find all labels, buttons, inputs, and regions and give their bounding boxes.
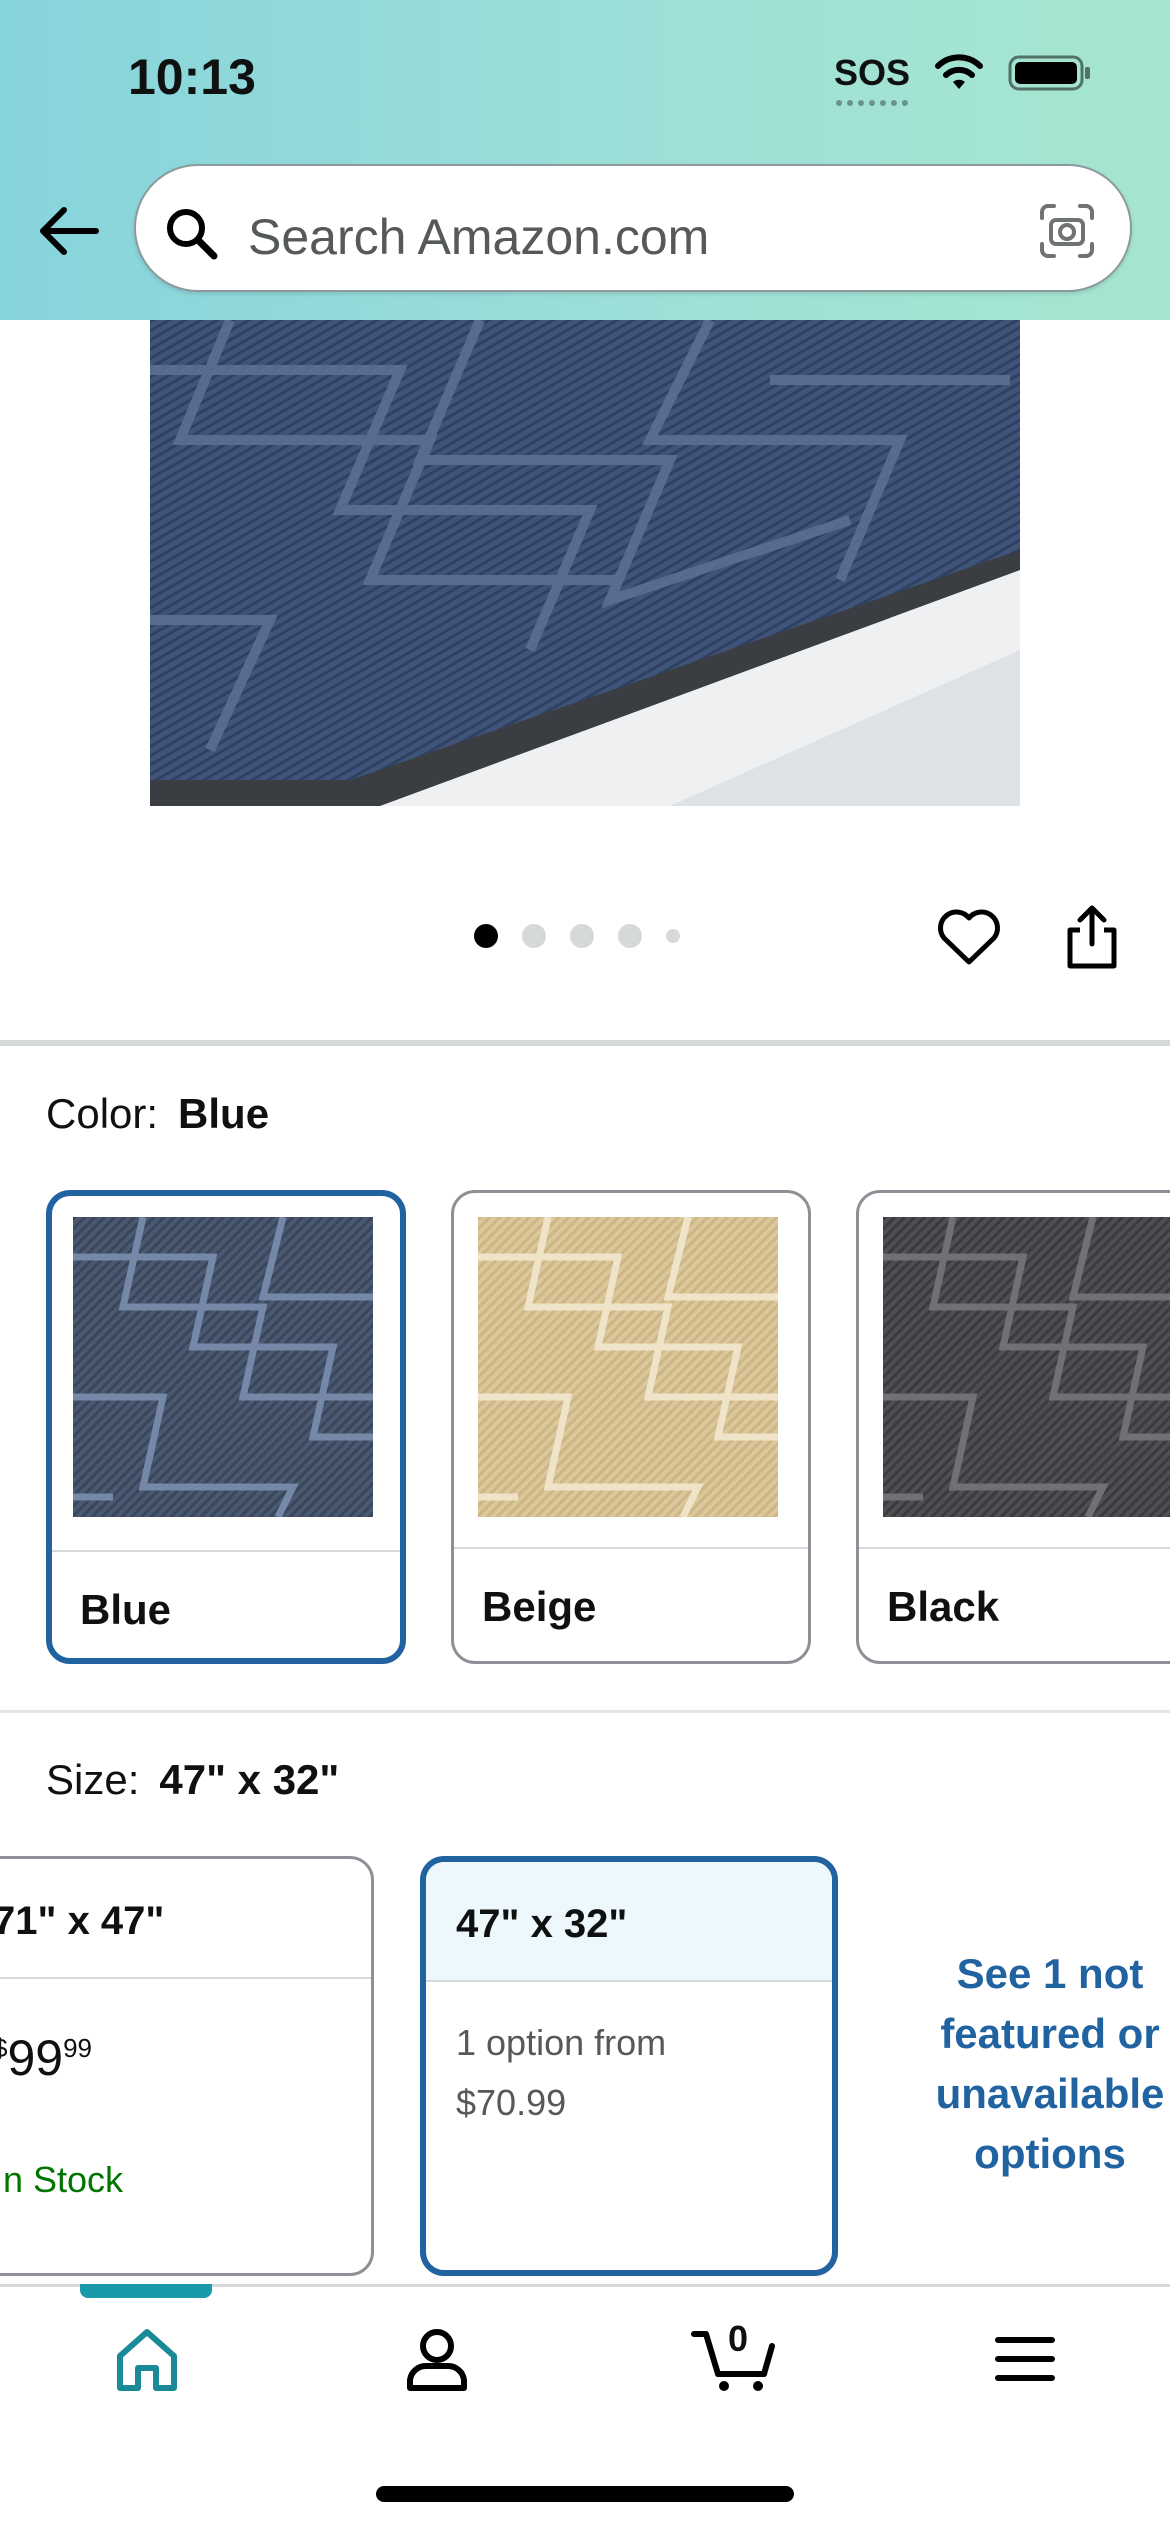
carousel-dot-active	[474, 924, 498, 948]
option-count: 1 option from	[456, 2022, 667, 2063]
search-icon	[167, 209, 218, 260]
size-label-text: Size:	[46, 1756, 140, 1803]
home-indicator	[376, 2486, 794, 2502]
size-option-header: 47" x 32"	[426, 1862, 832, 1982]
heart-icon[interactable]	[936, 906, 1002, 968]
size-label: Size: 47" x 32"	[46, 1756, 339, 1804]
carousel-dots	[474, 924, 680, 948]
color-option-label: Blue	[80, 1586, 172, 1633]
size-option-47x32[interactable]: 47" x 32" 1 option from $70.99	[420, 1856, 838, 2276]
product-image[interactable]	[150, 320, 1020, 806]
camera-scan-icon[interactable]	[1038, 202, 1096, 260]
size-option-title: 47" x 32"	[456, 1902, 628, 1946]
size-option-title: 71" x 47"	[0, 1899, 165, 1943]
section-divider	[0, 1710, 1170, 1713]
selected-size: 47" x 32"	[159, 1756, 340, 1803]
selected-color: Blue	[178, 1090, 270, 1137]
stock-status: In Stock	[0, 2159, 124, 2200]
doormat-photo	[150, 320, 1020, 806]
see-unavailable-options-link[interactable]: See 1 not featured or unavailable option…	[890, 1944, 1170, 2184]
size-option-price: $9999	[0, 2029, 92, 2087]
swatch-separator	[859, 1547, 1170, 1549]
blue-swatch-image	[73, 1217, 373, 1517]
price-whole: 99	[7, 2030, 64, 2086]
wifi-icon	[935, 54, 983, 89]
size-option-header: 71" x 47"	[0, 1859, 371, 1979]
color-label-text: Color:	[46, 1090, 159, 1137]
color-label: Color: Blue	[46, 1090, 269, 1138]
section-divider	[0, 1040, 1170, 1046]
menu-icon[interactable]	[990, 2324, 1060, 2394]
status-time: 10:13	[128, 49, 256, 105]
color-option-beige[interactable]: Beige	[451, 1190, 811, 1664]
home-icon[interactable]	[112, 2324, 182, 2394]
price-fraction: 99	[63, 2033, 93, 2063]
swatch-separator	[454, 1547, 808, 1549]
account-icon[interactable]	[402, 2324, 472, 2394]
battery-icon	[1008, 55, 1090, 91]
beige-swatch-image	[478, 1217, 778, 1517]
color-option-black[interactable]: Black	[856, 1190, 1170, 1664]
status-icons: SOS	[833, 52, 1092, 106]
color-option-blue[interactable]: Blue	[46, 1190, 406, 1664]
search-input[interactable]: Search Amazon.com	[248, 208, 709, 266]
cart-count: 0	[727, 2318, 749, 2359]
color-option-label: Black	[887, 1583, 1000, 1630]
option-price: $70.99	[456, 2082, 567, 2123]
swatch-separator	[52, 1550, 400, 1552]
color-option-label: Beige	[482, 1583, 597, 1630]
carousel-dot	[570, 924, 594, 948]
back-arrow-icon[interactable]	[34, 196, 104, 266]
size-option-71x47[interactable]: 71" x 47" $9999 In Stock	[0, 1856, 374, 2276]
sos-indicator: SOS	[833, 52, 910, 106]
carousel-dot	[618, 924, 642, 948]
carousel-dot	[666, 929, 680, 943]
carousel-dot	[522, 924, 546, 948]
black-swatch-image	[883, 1217, 1170, 1517]
share-icon[interactable]	[1062, 902, 1122, 972]
active-tab-indicator	[80, 2284, 212, 2298]
header: 10:13 SOS Search Amazon.com	[0, 0, 1170, 320]
search-bar[interactable]: Search Amazon.com	[134, 164, 1132, 292]
